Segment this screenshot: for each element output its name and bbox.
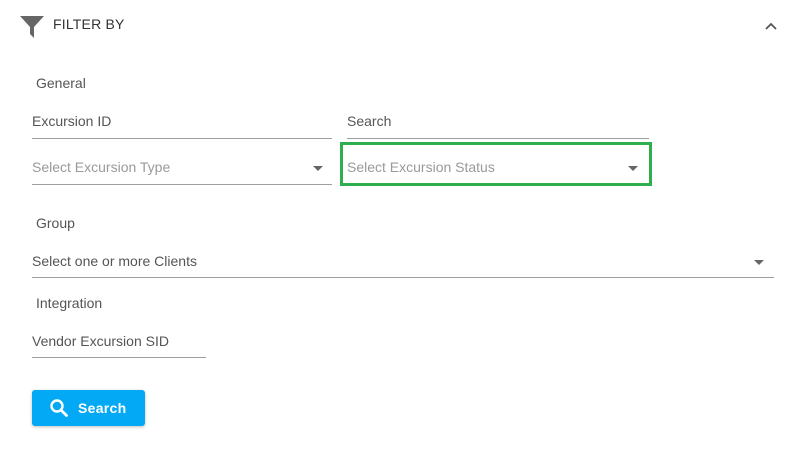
- filter-title: FILTER BY: [53, 16, 125, 32]
- funnel-icon: [20, 16, 44, 38]
- filter-header[interactable]: FILTER BY: [0, 0, 804, 50]
- search-field[interactable]: Search: [347, 113, 649, 139]
- clients-placeholder: Select one or more Clients: [32, 253, 197, 269]
- search-button[interactable]: Search: [32, 390, 145, 426]
- search-button-label: Search: [78, 400, 127, 416]
- chevron-down-icon: [754, 260, 764, 265]
- excursion-status-highlight: [340, 142, 652, 186]
- search-icon: [50, 399, 68, 417]
- vendor-excursion-sid-field[interactable]: Vendor Excursion SID: [32, 333, 206, 358]
- filter-panel: FILTER BY General Excursion ID Search Se…: [0, 0, 804, 453]
- search-placeholder: Search: [347, 113, 392, 129]
- excursion-type-select[interactable]: Select Excursion Type: [32, 159, 332, 185]
- clients-select[interactable]: Select one or more Clients: [32, 253, 774, 278]
- section-group-label: Group: [36, 215, 75, 231]
- chevron-down-icon: [313, 166, 323, 171]
- chevron-up-icon[interactable]: [763, 18, 779, 34]
- excursion-type-placeholder: Select Excursion Type: [32, 159, 171, 175]
- excursion-id-placeholder: Excursion ID: [32, 113, 112, 129]
- excursion-id-field[interactable]: Excursion ID: [32, 113, 332, 139]
- vendor-excursion-sid-placeholder: Vendor Excursion SID: [32, 333, 169, 349]
- section-general-label: General: [36, 75, 86, 91]
- section-integration-label: Integration: [36, 295, 103, 311]
